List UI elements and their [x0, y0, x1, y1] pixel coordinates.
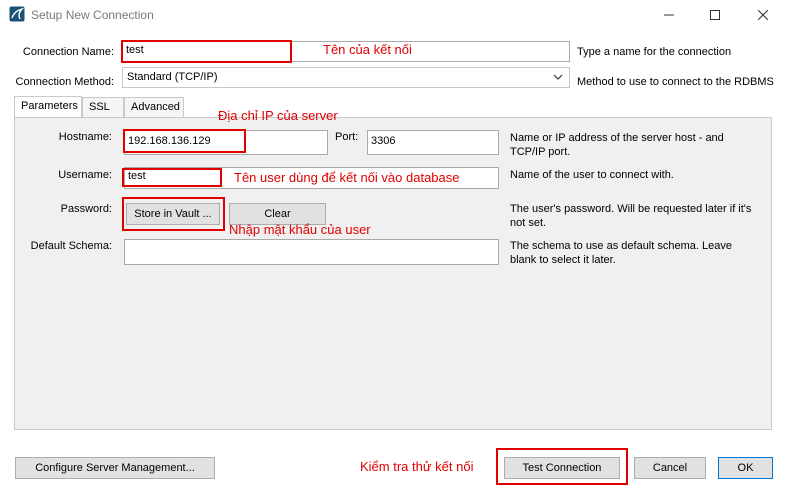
cancel-button[interactable]: Cancel [634, 457, 706, 479]
configure-server-management-button[interactable]: Configure Server Management... [15, 457, 215, 479]
parameters-panel [14, 117, 772, 430]
window-title: Setup New Connection [31, 8, 154, 22]
username-label: Username: [58, 169, 112, 181]
hostname-label: Hostname: [58, 131, 112, 143]
default-schema-desc-line2: blank to select it later. [510, 254, 616, 266]
ok-button[interactable]: OK [718, 457, 773, 479]
annotation-box-connection-name [121, 40, 292, 63]
connection-method-label: Connection Method: [15, 76, 114, 88]
tab-advanced[interactable]: Advanced [124, 97, 184, 117]
password-desc-line1: The user's password. Will be requested l… [510, 203, 752, 215]
connection-method-value: Standard (TCP/IP) [127, 71, 218, 83]
close-icon[interactable] [740, 0, 786, 30]
annotation-box-username [122, 168, 222, 187]
connection-method-select[interactable]: Standard (TCP/IP) [122, 67, 570, 88]
tab-parameters[interactable]: Parameters [14, 96, 82, 117]
hostname-desc-line2: TCP/IP port. [510, 146, 571, 158]
title-bar: Setup New Connection [0, 0, 786, 30]
annotation-box-password [122, 197, 225, 231]
annotation-test: Kiểm tra thử kết nối [360, 459, 474, 474]
password-desc: The user's password. Will be requested l… [510, 202, 751, 230]
annotation-connection-name: Tên của kết nối [323, 42, 412, 57]
connection-method-desc: Method to use to connect to the RDBMS [577, 76, 774, 88]
password-desc-line2: not set. [510, 217, 547, 229]
annotation-username: Tên user dùng để kết nối vào database [234, 170, 460, 185]
hostname-desc-line1: Name or IP address of the server host - … [510, 132, 724, 144]
port-label: Port: [335, 131, 359, 143]
default-schema-label: Default Schema: [30, 240, 112, 252]
hostname-desc: Name or IP address of the server host - … [510, 131, 724, 159]
default-schema-desc-line1: The schema to use as default schema. Lea… [510, 240, 732, 252]
tab-ssl[interactable]: SSL [82, 97, 124, 117]
mysql-workbench-icon [9, 6, 25, 22]
default-schema-desc: The schema to use as default schema. Lea… [510, 239, 732, 267]
chevron-down-icon [553, 74, 563, 80]
password-label: Password: [60, 203, 112, 215]
port-input[interactable]: 3306 [367, 130, 499, 155]
minimize-icon[interactable] [646, 0, 692, 30]
annotation-password: Nhập mật khẩu của user [229, 222, 371, 237]
connection-name-label: Connection Name: [22, 46, 114, 58]
username-desc: Name of the user to connect with. [510, 169, 674, 181]
connection-name-desc: Type a name for the connection [577, 46, 732, 58]
maximize-icon[interactable] [692, 0, 738, 30]
annotation-box-test-connection [496, 448, 628, 485]
annotation-server-ip: Địa chỉ IP của server [218, 108, 338, 123]
annotation-box-hostname [123, 129, 246, 153]
default-schema-input[interactable] [124, 239, 499, 265]
